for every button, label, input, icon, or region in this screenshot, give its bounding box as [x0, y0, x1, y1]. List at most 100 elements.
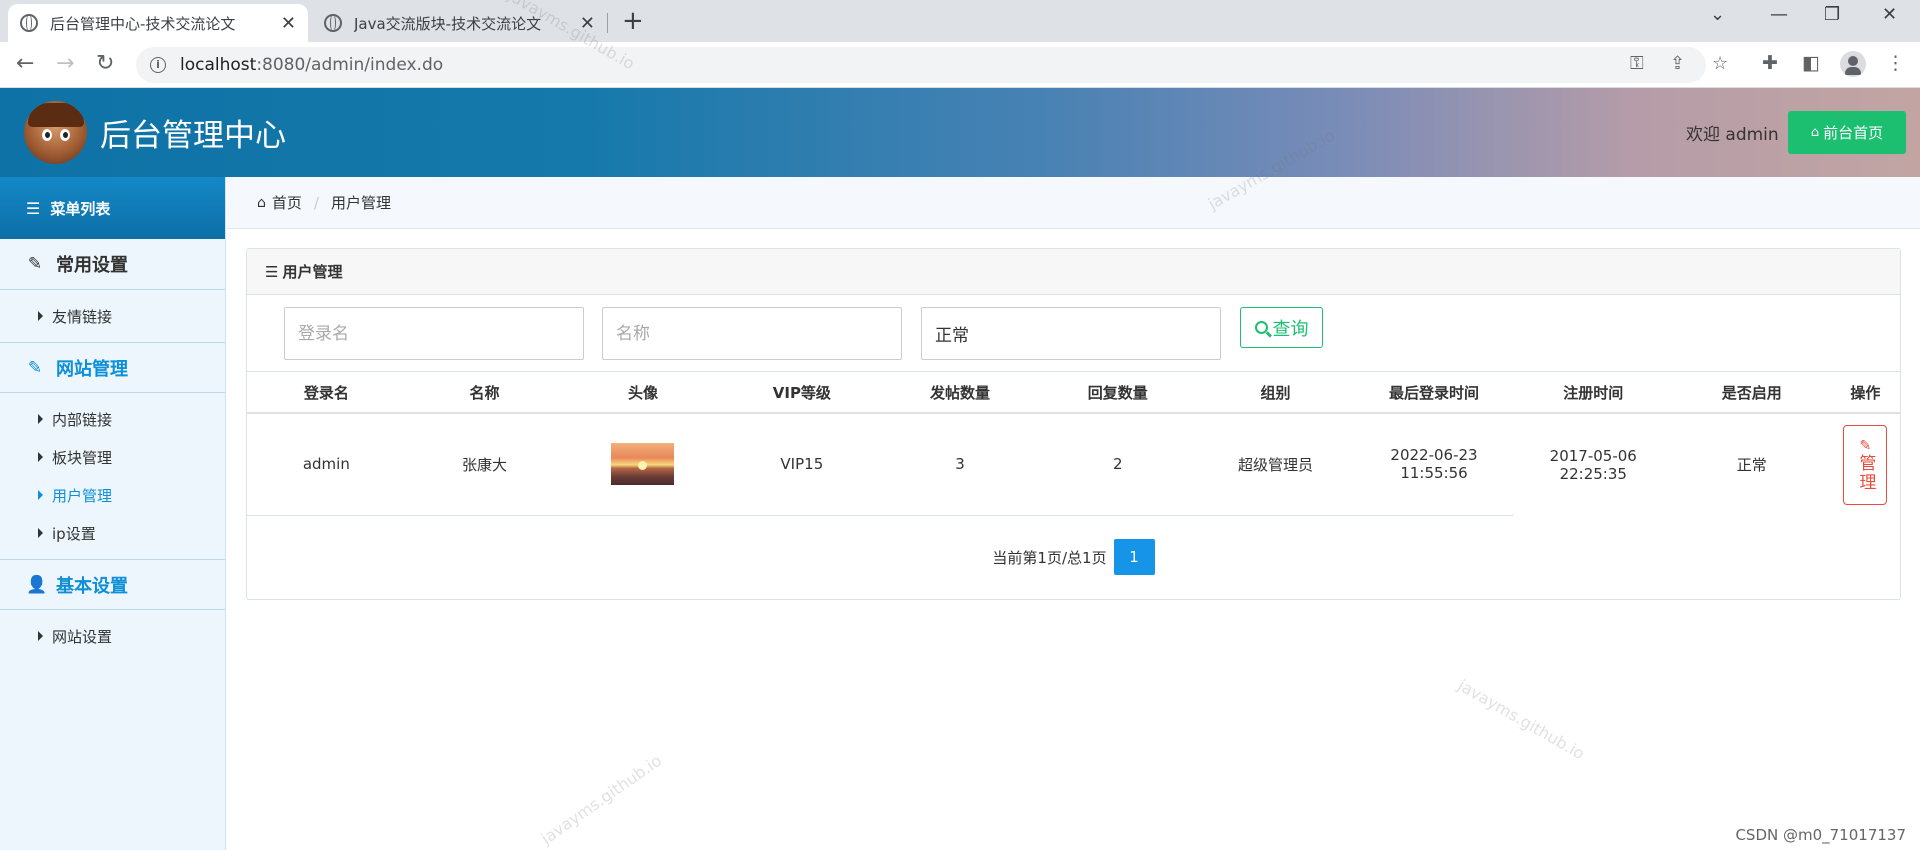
window-close-icon[interactable]: ✕: [1882, 4, 1897, 25]
group-label: 网站管理: [56, 358, 128, 380]
site-info-icon[interactable]: i: [150, 57, 166, 73]
group-label: 基本设置: [56, 575, 128, 597]
cell-avatar: [563, 413, 723, 516]
cell-vip: VIP15: [722, 413, 882, 516]
home-icon: ⌂: [257, 194, 266, 211]
column-header: 回复数量: [1038, 373, 1197, 414]
page-button-current[interactable]: 1: [1113, 539, 1155, 575]
column-header: 发帖数量: [881, 373, 1039, 414]
manage-button[interactable]: ✎ 管理: [1843, 424, 1888, 505]
column-header: 注册时间: [1513, 373, 1673, 414]
tab-search-chevron-icon[interactable]: ⌄: [1710, 4, 1725, 25]
sidebar-item-ip-settings[interactable]: ip设置: [0, 514, 225, 552]
search-icon: [1254, 321, 1268, 334]
caret-right-icon: [38, 631, 43, 641]
extensions-icon[interactable]: ✚: [1762, 52, 1778, 74]
key-icon[interactable]: ⚿: [1630, 53, 1644, 74]
url-host: localhost: [180, 55, 257, 75]
tab-title: 后台管理中心-技术交流论文: [50, 14, 236, 33]
cell-enabled: 正常: [1736, 456, 1767, 474]
close-icon[interactable]: ✕: [281, 13, 296, 34]
browser-tab-admin[interactable]: 后台管理中心-技术交流论文 ✕: [8, 4, 308, 42]
watermark: javayms.github.io: [1454, 675, 1588, 764]
url-input[interactable]: i localhost:8080/admin/index.do: [136, 47, 1706, 83]
new-tab-icon[interactable]: +: [622, 6, 644, 36]
user-management-panel: ☰ 用户管理 查询 登录名 名称 头像 VIP等级 发帖数量 回复数量 组别: [246, 248, 1901, 600]
column-header: 最后登录时间: [1354, 373, 1514, 414]
pagination: 当前第1页/总1页 1: [247, 539, 1900, 575]
name-input[interactable]: [602, 307, 902, 360]
breadcrumb-current: 用户管理: [330, 194, 391, 212]
browser-tab-java[interactable]: Java交流版块-技术交流论文 ✕: [312, 4, 607, 42]
last-login-date: 2022-06-23: [1390, 446, 1478, 465]
sidebar-item-board-management[interactable]: 板块管理: [0, 438, 225, 476]
column-header: 头像: [563, 373, 723, 414]
csdn-credit: CSDN @m0_71017137: [1735, 826, 1906, 844]
tab-divider: [607, 13, 608, 33]
register-date: 2017-05-06: [1549, 446, 1637, 465]
table-header-row: 登录名 名称 头像 VIP等级 发帖数量 回复数量 组别 最后登录时间 注册时间…: [247, 373, 1900, 414]
column-header: 登录名: [247, 373, 406, 414]
reload-icon[interactable]: ↻: [96, 51, 114, 76]
sidebar: ☰ 菜单列表 ✎ 常用设置 友情链接 ✎ 网站管理 内部链接 板块管理 用户管理…: [0, 177, 226, 850]
close-icon[interactable]: ✕: [580, 13, 595, 34]
breadcrumb-home[interactable]: 首页: [272, 192, 302, 213]
sidebar-item-site-settings[interactable]: 网站设置: [0, 617, 225, 655]
status-input[interactable]: [921, 307, 1221, 360]
login-name-input[interactable]: [284, 307, 584, 360]
share-icon[interactable]: ⇪: [1670, 53, 1685, 74]
users-table: 登录名 名称 头像 VIP等级 发帖数量 回复数量 组别 最后登录时间 注册时间…: [247, 373, 1900, 516]
cell-last-login: 2022-06-23 11:55:56: [1354, 413, 1514, 516]
globe-icon: [324, 14, 342, 32]
cell-login: admin: [247, 413, 406, 516]
caret-right-icon: [38, 490, 43, 500]
browser-tab-strip: 后台管理中心-技术交流论文 ✕ Java交流版块-技术交流论文 ✕ + ⌄ — …: [0, 0, 1920, 42]
caret-right-icon: [38, 528, 43, 538]
forward-icon[interactable]: →: [56, 51, 74, 76]
caret-right-icon: [38, 452, 43, 462]
frontend-home-button[interactable]: ⌂ 前台首页: [1788, 111, 1906, 154]
cell-replies: 2: [1038, 413, 1197, 516]
sidebar-group-basic-settings[interactable]: 👤 基本设置: [0, 559, 225, 610]
sidebar-group-common-settings[interactable]: ✎ 常用设置: [0, 239, 225, 290]
column-header: 操作: [1830, 373, 1900, 414]
welcome-text: 欢迎 admin: [1686, 125, 1779, 145]
app-title: 后台管理中心: [100, 118, 286, 154]
cell-action: ✎ 管理: [1831, 413, 1900, 515]
query-button-label: 查询: [1272, 318, 1309, 340]
column-header: 名称: [405, 373, 564, 414]
side-panel-icon[interactable]: ◧: [1802, 52, 1820, 74]
column-header: 是否启用: [1672, 373, 1831, 414]
last-login-time: 11:55:56: [1400, 464, 1468, 483]
watermark: javayms.github.io: [537, 750, 666, 849]
panel-title: 用户管理: [282, 263, 343, 281]
restore-icon[interactable]: ❐: [1824, 4, 1840, 25]
edit-icon: ✎: [27, 254, 43, 274]
sidebar-item-label: 网站设置: [52, 627, 113, 646]
breadcrumb: ⌂ 首页 / 用户管理: [227, 177, 1920, 229]
sidebar-item-friend-links[interactable]: 友情链接: [0, 297, 225, 335]
register-time: 22:25:35: [1559, 464, 1627, 483]
minimize-icon[interactable]: —: [1770, 4, 1788, 25]
list-icon: ☰: [265, 262, 279, 281]
sidebar-item-label: 内部链接: [52, 410, 113, 429]
breadcrumb-separator: /: [313, 193, 319, 212]
profile-avatar[interactable]: [1840, 51, 1866, 77]
column-header: VIP等级: [722, 373, 882, 414]
column-header: 组别: [1196, 373, 1355, 414]
sidebar-item-label: ip设置: [52, 524, 96, 543]
sidebar-group-site-management[interactable]: ✎ 网站管理: [0, 342, 225, 393]
back-icon[interactable]: ←: [16, 51, 34, 76]
manage-label: 管理: [1855, 453, 1876, 492]
sidebar-item-internal-links[interactable]: 内部链接: [0, 400, 225, 438]
cell-name: 张康大: [405, 413, 564, 516]
home-button-label: 前台首页: [1823, 124, 1884, 142]
more-menu-icon[interactable]: ⋮: [1886, 52, 1905, 74]
sidebar-item-label: 友情链接: [52, 307, 113, 326]
cell-group: 超级管理员: [1196, 413, 1355, 516]
sidebar-item-user-management[interactable]: 用户管理: [0, 476, 225, 514]
home-icon: ⌂: [1810, 125, 1820, 140]
star-icon[interactable]: ☆: [1712, 53, 1728, 74]
app-header: 后台管理中心 欢迎 admin ⌂ 前台首页: [0, 88, 1920, 177]
query-button[interactable]: 查询: [1240, 307, 1323, 348]
